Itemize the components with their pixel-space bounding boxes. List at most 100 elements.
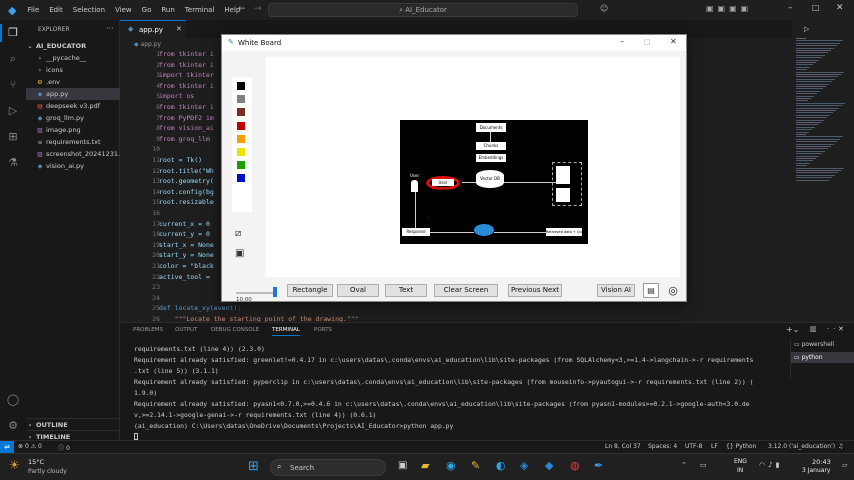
- code-line[interactable]: start_x = None: [159, 241, 214, 249]
- account-icon[interactable]: ◯: [6, 393, 20, 407]
- code-line[interactable]: root.title("Wh: [159, 167, 214, 175]
- explorer-icon[interactable]: ❐: [6, 26, 20, 40]
- menu-file[interactable]: File: [22, 6, 44, 14]
- info-status[interactable]: ⓘ 0: [58, 443, 70, 452]
- language-mode[interactable]: {} Python: [726, 443, 756, 450]
- eraser-tool-icon[interactable]: ⧄: [235, 228, 241, 239]
- code-line[interactable]: from tkinter i: [159, 50, 214, 58]
- color-swatch[interactable]: [237, 174, 245, 182]
- code-line[interactable]: from tkinter i: [159, 103, 214, 111]
- menu-edit[interactable]: Edit: [44, 6, 68, 14]
- forward-arrow-icon[interactable]: →: [254, 4, 262, 14]
- edge-browser-icon[interactable]: ◐: [496, 459, 506, 472]
- code-line[interactable]: root.geometry(: [159, 177, 214, 185]
- code-line[interactable]: from groq_llm: [159, 135, 210, 143]
- problems-status[interactable]: ⊗ 0 ⚠ 0: [18, 443, 42, 450]
- vscode-taskbar-icon[interactable]: ◆: [545, 459, 553, 472]
- extensions-icon[interactable]: ⊞: [6, 130, 20, 144]
- clock-time[interactable]: 20:43: [812, 458, 831, 466]
- color-swatch[interactable]: [237, 122, 245, 130]
- cursor-position[interactable]: Ln 8, Col 37: [605, 443, 641, 450]
- tab-terminal[interactable]: TERMINAL: [272, 327, 300, 336]
- menu-selection[interactable]: Selection: [68, 6, 110, 14]
- code-line[interactable]: from vision_ai: [159, 124, 214, 132]
- vision-ai-button[interactable]: Vision AI: [597, 284, 635, 297]
- copilot-icon[interactable]: ☺: [600, 4, 608, 13]
- network-volume-battery-icons[interactable]: ◠♪▮: [759, 461, 782, 469]
- close-panel-icon[interactable]: ✕: [838, 325, 844, 333]
- tab-ports[interactable]: PORTS: [314, 327, 332, 333]
- close-tab-icon[interactable]: ✕: [176, 25, 182, 33]
- brush-size-slider-track[interactable]: [236, 292, 276, 294]
- drawing-canvas[interactable]: Documents Chunks Embeddings Vector DB Us…: [266, 57, 680, 277]
- code-line[interactable]: from tkinter i: [159, 61, 214, 69]
- code-line[interactable]: current_y = 0: [159, 230, 210, 238]
- app-icon[interactable]: ◉: [446, 459, 456, 472]
- terminal-prompt[interactable]: (ai_education) C:\Users\datas\OneDrive\D…: [134, 422, 453, 430]
- image-tool-icon[interactable]: ▣: [235, 248, 244, 259]
- explorer-root-folder[interactable]: ⌄ AI_EDUCATOR: [26, 40, 120, 52]
- language-code[interactable]: ENG: [734, 458, 747, 465]
- code-line[interactable]: current_x = 0: [159, 220, 210, 228]
- file-item[interactable]: ◆ groq_llm.py: [26, 112, 120, 124]
- color-swatch[interactable]: [237, 108, 245, 116]
- breadcrumb[interactable]: ◆ app.py: [134, 41, 161, 48]
- encoding[interactable]: UTF-8: [685, 443, 703, 450]
- color-swatch[interactable]: [237, 161, 245, 169]
- minimize-button[interactable]: –: [788, 3, 793, 13]
- indentation[interactable]: Spaces: 4: [648, 443, 677, 450]
- notifications-bell-icon[interactable]: ♫: [838, 443, 843, 450]
- vscode-logo-icon[interactable]: ◆: [0, 4, 22, 17]
- file-item[interactable]: › __pycache__: [26, 52, 120, 64]
- code-line[interactable]: root.resizable: [159, 198, 214, 206]
- tray-icon[interactable]: ▭: [700, 461, 707, 469]
- menu-run[interactable]: Run: [156, 6, 179, 14]
- tab-app-py[interactable]: ◆ app.py ✕: [120, 20, 186, 38]
- color-swatch[interactable]: [237, 135, 245, 143]
- pdf-document-icon[interactable]: ▤: [643, 283, 659, 298]
- file-item[interactable]: ◆ vision_ai.py: [26, 160, 120, 172]
- eol[interactable]: LF: [711, 443, 718, 450]
- menu-terminal[interactable]: Terminal: [180, 6, 220, 14]
- layout-icons[interactable]: ▣▣▣▣: [706, 4, 752, 13]
- file-item[interactable]: ▨ screenshot_20241231...: [26, 148, 120, 160]
- maximize-button[interactable]: □: [812, 3, 820, 12]
- color-swatch[interactable]: [237, 148, 245, 156]
- color-swatch[interactable]: [237, 82, 245, 90]
- notification-icon[interactable]: ▱: [842, 461, 847, 469]
- code-line[interactable]: from tkinter i: [159, 82, 214, 90]
- app-icon[interactable]: ✎: [471, 459, 480, 472]
- more-actions-icon[interactable]: ···: [106, 24, 114, 33]
- chrome-icon[interactable]: ◍: [570, 459, 580, 472]
- file-explorer-icon[interactable]: ▰: [421, 459, 429, 472]
- previous-next-button[interactable]: Previous Next: [508, 284, 562, 297]
- clear-screen-button[interactable]: Clear Screen: [434, 284, 498, 297]
- minimap[interactable]: [792, 38, 854, 320]
- close-button[interactable]: ✕: [670, 37, 677, 46]
- oval-button[interactable]: Oval: [337, 284, 379, 297]
- new-terminal-icon[interactable]: +⌄: [786, 325, 799, 334]
- file-item[interactable]: ▨ image.png: [26, 124, 120, 136]
- chevron-up-icon[interactable]: ⌃: [681, 461, 687, 469]
- tab-debug-console[interactable]: DEBUG CONSOLE: [211, 327, 259, 333]
- code-line[interactable]: import tkinter: [159, 71, 214, 79]
- command-center-search[interactable]: ⌕ AI_Educator: [268, 3, 578, 17]
- tab-output[interactable]: OUTPUT: [175, 327, 197, 333]
- code-line[interactable]: from PyPDF2 im: [159, 114, 214, 122]
- code-line[interactable]: start_y = None: [159, 251, 214, 259]
- code-line[interactable]: def locate_xy(event):: [159, 304, 241, 312]
- file-item[interactable]: ⚙ .env: [26, 76, 120, 88]
- file-item-active[interactable]: ◆ app.py: [26, 88, 120, 100]
- menu-go[interactable]: Go: [137, 6, 157, 14]
- python-interpreter[interactable]: 3.12.0 ('ai_education'): [768, 443, 835, 450]
- code-line[interactable]: import os: [159, 92, 194, 100]
- code-line[interactable]: root.config(bg: [159, 188, 214, 196]
- menu-view[interactable]: View: [110, 6, 137, 14]
- back-arrow-icon[interactable]: ←: [238, 4, 246, 14]
- app-icon[interactable]: ◈: [520, 459, 528, 472]
- code-line[interactable]: root = Tk(): [159, 156, 202, 164]
- file-item[interactable]: ▤ deepseek v3.pdf: [26, 100, 120, 112]
- settings-gear-icon[interactable]: ⚙: [6, 419, 20, 433]
- outline-section[interactable]: › OUTLINE: [26, 418, 120, 430]
- taskbar-search[interactable]: ⌕ Search: [270, 459, 386, 476]
